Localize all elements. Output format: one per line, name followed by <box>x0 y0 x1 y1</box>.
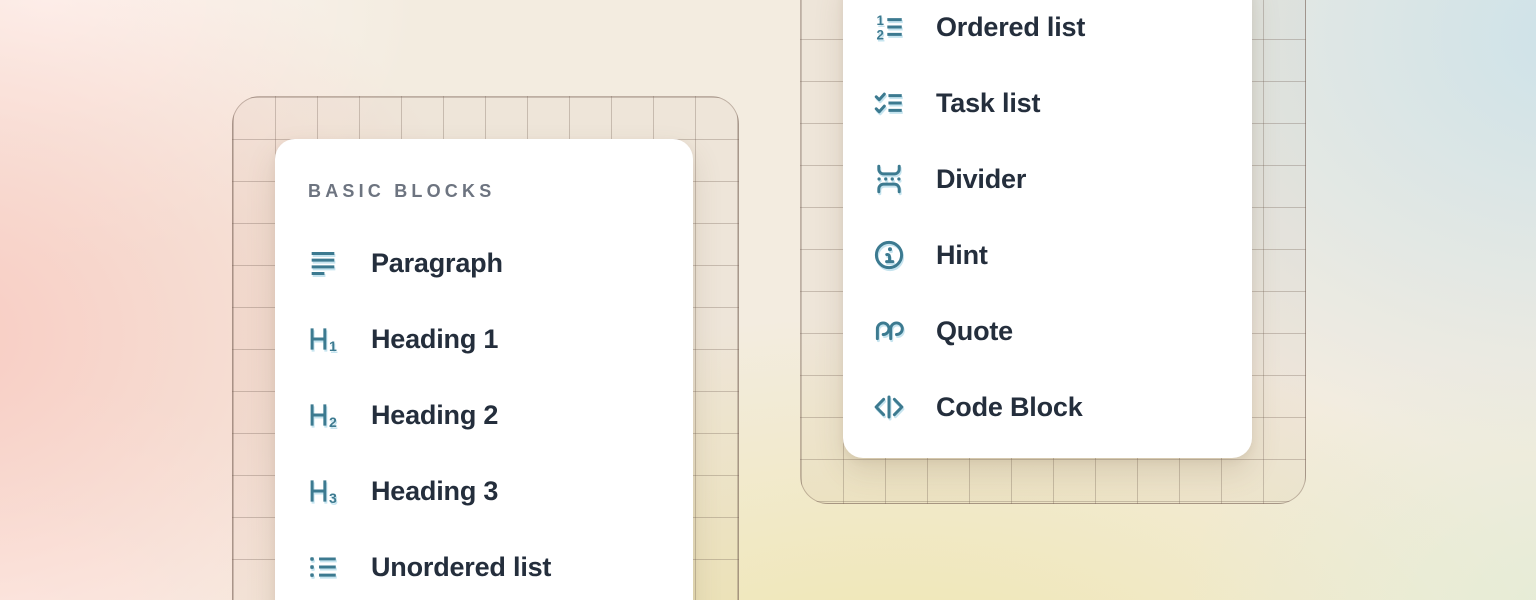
menu-item-label: Hint <box>936 240 988 271</box>
basic-blocks-menu: BASIC BLOCKS Paragraph 1 Heading 1 <box>275 139 693 600</box>
divider-icon <box>872 162 906 196</box>
code-block-icon <box>872 390 906 424</box>
menu-item-quote[interactable]: Quote <box>843 293 1252 369</box>
heading-2-icon: 2 <box>306 398 340 432</box>
menu-item-label: Ordered list <box>936 12 1085 43</box>
menu-item-heading-2[interactable]: 2 Heading 2 <box>275 377 693 453</box>
menu-item-heading-3[interactable]: 3 Heading 3 <box>275 453 693 529</box>
menu-item-divider[interactable]: Divider <box>843 141 1252 217</box>
menu-item-label: Heading 2 <box>371 400 498 431</box>
menu-item-label: Quote <box>936 316 1013 347</box>
menu-item-task-list[interactable]: Task list <box>843 65 1252 141</box>
menu-item-ordered-list[interactable]: 1 2 Ordered list <box>843 0 1252 65</box>
menu-item-label: Unordered list <box>371 552 551 583</box>
menu-item-label: Task list <box>936 88 1040 119</box>
unordered-list-icon <box>306 550 340 584</box>
svg-text:1: 1 <box>329 339 337 355</box>
svg-text:2: 2 <box>329 415 337 431</box>
menu-item-label: Paragraph <box>371 248 503 279</box>
menu-item-code-block[interactable]: Code Block <box>843 369 1252 445</box>
svg-text:3: 3 <box>329 491 337 507</box>
blocks-menu-continued: 1 2 Ordered list Task list <box>843 0 1252 458</box>
gradient-background: BASIC BLOCKS Paragraph 1 Heading 1 <box>0 0 1536 600</box>
menu-item-label: Divider <box>936 164 1026 195</box>
heading-3-icon: 3 <box>306 474 340 508</box>
quote-icon <box>872 314 906 348</box>
heading-1-icon: 1 <box>306 322 340 356</box>
hint-icon <box>872 238 906 272</box>
svg-text:1: 1 <box>877 13 885 28</box>
menu-item-unordered-list[interactable]: Unordered list <box>275 529 693 600</box>
menu-item-heading-1[interactable]: 1 Heading 1 <box>275 301 693 377</box>
ordered-list-icon: 1 2 <box>872 10 906 44</box>
paragraph-icon <box>306 246 340 280</box>
menu-item-paragraph[interactable]: Paragraph <box>275 225 693 301</box>
menu-item-label: Heading 3 <box>371 476 498 507</box>
menu-item-hint[interactable]: Hint <box>843 217 1252 293</box>
svg-text:2: 2 <box>877 27 884 42</box>
menu-item-label: Code Block <box>936 392 1083 423</box>
section-label: BASIC BLOCKS <box>308 179 660 203</box>
menu-item-label: Heading 1 <box>371 324 498 355</box>
task-list-icon <box>872 86 906 120</box>
